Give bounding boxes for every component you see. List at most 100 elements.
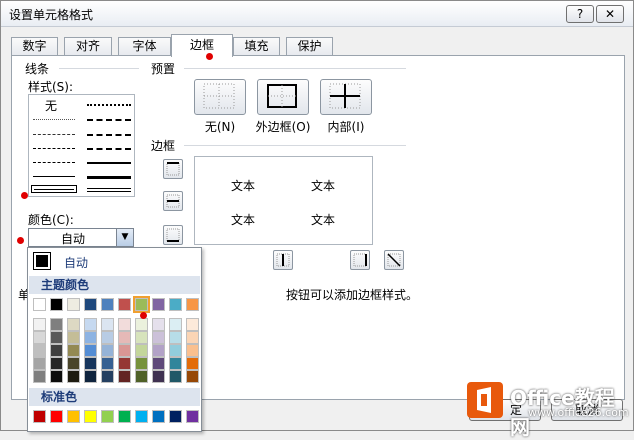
standard-color-swatch[interactable]	[186, 410, 199, 423]
theme-color-swatch[interactable]	[84, 298, 97, 311]
theme-color-shade-swatch[interactable]	[152, 344, 165, 357]
theme-color-shade-swatch[interactable]	[101, 370, 114, 383]
theme-color-swatch[interactable]	[152, 298, 165, 311]
theme-color-swatch[interactable]	[169, 298, 182, 311]
theme-color-shade-swatch[interactable]	[33, 357, 46, 370]
standard-color-swatch[interactable]	[33, 410, 46, 423]
tab-number[interactable]: 数字	[11, 37, 58, 56]
line-style-dashed[interactable]	[33, 176, 75, 177]
theme-color-shade-swatch[interactable]	[50, 331, 63, 344]
theme-color-swatch[interactable]	[101, 298, 114, 311]
theme-color-shade-swatch[interactable]	[33, 370, 46, 383]
theme-color-shade-swatch[interactable]	[169, 331, 182, 344]
standard-color-swatch[interactable]	[84, 410, 97, 423]
tab-border[interactable]: 边框	[171, 34, 233, 57]
theme-color-shade-swatch[interactable]	[84, 331, 97, 344]
standard-color-swatch[interactable]	[118, 410, 131, 423]
theme-color-shade-swatch[interactable]	[135, 357, 148, 370]
theme-color-shade-swatch[interactable]	[169, 344, 182, 357]
theme-color-shade-swatch[interactable]	[84, 318, 97, 331]
theme-color-shade-swatch[interactable]	[186, 331, 199, 344]
theme-color-shade-swatch[interactable]	[101, 357, 114, 370]
theme-color-shade-swatch[interactable]	[118, 370, 131, 383]
close-button[interactable]: ✕	[596, 5, 624, 23]
line-style-list[interactable]: 无	[28, 94, 135, 197]
tab-font[interactable]: 字体	[118, 37, 171, 56]
theme-color-shade-swatch[interactable]	[118, 357, 131, 370]
border-middle-horizontal-button[interactable]	[163, 191, 183, 211]
theme-color-shade-swatch[interactable]	[33, 344, 46, 357]
line-style-thick[interactable]	[87, 176, 131, 179]
border-middle-vertical-button[interactable]	[273, 250, 293, 270]
theme-color-shade-swatch[interactable]	[50, 357, 63, 370]
theme-color-shade-swatch[interactable]	[186, 318, 199, 331]
preset-none-button[interactable]	[194, 79, 246, 115]
standard-color-swatch[interactable]	[67, 410, 80, 423]
theme-color-shade-swatch[interactable]	[152, 370, 165, 383]
theme-color-shade-swatch[interactable]	[33, 318, 46, 331]
theme-color-shade-swatch[interactable]	[67, 370, 80, 383]
theme-color-swatch[interactable]	[33, 298, 46, 311]
standard-color-swatch[interactable]	[169, 410, 182, 423]
theme-color-shade-swatch[interactable]	[67, 344, 80, 357]
line-style-thin-selected[interactable]	[31, 185, 77, 193]
border-preview[interactable]: 文本 文本 文本 文本	[194, 156, 373, 245]
line-style-medium[interactable]	[87, 162, 131, 164]
border-right-button[interactable]	[350, 250, 370, 270]
theme-color-shade-swatch[interactable]	[118, 318, 131, 331]
theme-color-shade-swatch[interactable]	[67, 357, 80, 370]
theme-color-shade-swatch[interactable]	[50, 370, 63, 383]
line-style-medium-dash-dot-dot[interactable]	[87, 104, 131, 106]
border-top-button[interactable]	[163, 159, 183, 179]
line-style-dash-dot-dot[interactable]	[33, 148, 75, 149]
theme-color-shade-swatch[interactable]	[84, 357, 97, 370]
theme-color-swatch[interactable]	[118, 298, 131, 311]
theme-color-swatch[interactable]	[67, 298, 80, 311]
preset-inside-button[interactable]	[320, 79, 372, 115]
line-style-dash-dot[interactable]	[33, 162, 75, 163]
theme-color-shade-swatch[interactable]	[186, 344, 199, 357]
line-color-select[interactable]: 自动 ▼	[28, 228, 134, 247]
line-style-medium-dashed[interactable]	[87, 148, 131, 150]
theme-color-shade-swatch[interactable]	[169, 318, 182, 331]
line-style-hair[interactable]	[33, 119, 75, 120]
border-bottom-button[interactable]	[163, 225, 183, 245]
chevron-down-icon[interactable]: ▼	[116, 229, 133, 246]
tab-alignment[interactable]: 对齐	[64, 37, 112, 56]
border-diagonal-down-button[interactable]	[384, 250, 404, 270]
theme-color-shade-swatch[interactable]	[169, 357, 182, 370]
theme-color-shade-swatch[interactable]	[135, 318, 148, 331]
tab-protection[interactable]: 保护	[286, 37, 333, 56]
theme-color-shade-swatch[interactable]	[33, 331, 46, 344]
theme-color-shade-swatch[interactable]	[50, 344, 63, 357]
theme-color-shade-swatch[interactable]	[152, 318, 165, 331]
theme-color-shade-swatch[interactable]	[169, 370, 182, 383]
theme-color-shade-swatch[interactable]	[152, 331, 165, 344]
theme-color-shade-swatch[interactable]	[186, 357, 199, 370]
theme-color-shade-swatch[interactable]	[101, 344, 114, 357]
theme-color-shade-swatch[interactable]	[67, 318, 80, 331]
theme-color-shade-swatch[interactable]	[152, 357, 165, 370]
theme-color-swatch[interactable]	[133, 296, 150, 313]
line-style-medium-dash-dot[interactable]	[87, 134, 131, 136]
theme-color-shade-swatch[interactable]	[101, 318, 114, 331]
line-style-slant-dash-dot[interactable]	[87, 119, 131, 121]
theme-color-shade-swatch[interactable]	[84, 344, 97, 357]
theme-color-shade-swatch[interactable]	[186, 370, 199, 383]
theme-color-shade-swatch[interactable]	[84, 370, 97, 383]
theme-color-shade-swatch[interactable]	[67, 331, 80, 344]
theme-color-swatch[interactable]	[186, 298, 199, 311]
standard-color-swatch[interactable]	[135, 410, 148, 423]
help-button[interactable]: ?	[566, 5, 594, 23]
theme-color-swatch[interactable]	[50, 298, 63, 311]
preset-outline-button[interactable]	[257, 79, 309, 115]
theme-color-shade-swatch[interactable]	[135, 344, 148, 357]
theme-color-shade-swatch[interactable]	[101, 331, 114, 344]
theme-color-shade-swatch[interactable]	[118, 344, 131, 357]
line-style-none[interactable]: 无	[45, 97, 57, 114]
theme-color-shade-swatch[interactable]	[135, 370, 148, 383]
standard-color-swatch[interactable]	[152, 410, 165, 423]
standard-color-swatch[interactable]	[50, 410, 63, 423]
automatic-color-option[interactable]: 自动	[30, 250, 199, 272]
line-style-dotted[interactable]	[33, 134, 75, 135]
